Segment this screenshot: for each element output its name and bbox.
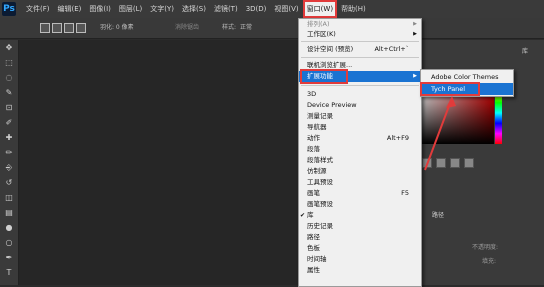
menu-3d[interactable]: 3D(D) xyxy=(242,0,271,18)
adjustment-icon[interactable] xyxy=(450,158,460,168)
opacity-label: 不透明度: xyxy=(472,244,499,251)
menu-bar: Ps 文件(F) 编辑(E) 图像(I) 图层(L) 文字(Y) 选择(S) 滤… xyxy=(0,0,544,19)
adjustment-icon[interactable] xyxy=(436,158,446,168)
quick-select-icon[interactable]: ✎ xyxy=(0,85,18,100)
healing-icon[interactable]: ✚ xyxy=(0,130,18,145)
checkmark-icon: ✔ xyxy=(300,212,306,219)
menu-item-tool-presets[interactable]: 工具预设 xyxy=(299,177,421,188)
add-selection-icon[interactable] xyxy=(52,23,62,33)
eraser-icon[interactable]: ◫ xyxy=(0,190,18,205)
menu-item-measurement-log[interactable]: 测量记录 xyxy=(299,111,421,122)
style-select[interactable]: 正常 xyxy=(240,22,252,31)
menu-type[interactable]: 文字(Y) xyxy=(146,0,178,18)
menu-separator xyxy=(301,57,419,58)
menu-filter[interactable]: 滤镜(T) xyxy=(210,0,242,18)
menu-item-actions[interactable]: 动作 Alt+F9 xyxy=(299,133,421,144)
adjustment-icons xyxy=(422,158,474,168)
blur-icon[interactable]: ● xyxy=(0,220,18,235)
menu-item-navigator[interactable]: 导航器 xyxy=(299,122,421,133)
tools-panel: ✥ ⬚ ◌ ✎ ⊡ ✐ ✚ ✏ ⎆ ↺ ◫ ▤ ● ○ ✒ T xyxy=(0,40,19,285)
menu-edit[interactable]: 编辑(E) xyxy=(54,0,86,18)
menu-item-device-preview[interactable]: Device Preview xyxy=(299,100,421,111)
pen-icon[interactable]: ✒ xyxy=(0,250,18,265)
options-bar: 羽化: 0 像素 消除锯齿 样式: 正常 xyxy=(0,18,544,39)
menu-item-history[interactable]: 历史记录 xyxy=(299,221,421,232)
paths-tab[interactable]: 路径 xyxy=(432,210,444,219)
history-brush-icon[interactable]: ↺ xyxy=(0,175,18,190)
chevron-right-icon: ▶ xyxy=(413,31,417,37)
menu-select[interactable]: 选择(S) xyxy=(178,0,210,18)
menu-item-3d[interactable]: 3D xyxy=(299,89,421,100)
menu-items: 文件(F) 编辑(E) 图像(I) 图层(L) 文字(Y) 选择(S) 滤镜(T… xyxy=(22,0,370,18)
annotation-box-tych-panel xyxy=(420,82,480,96)
fill-label: 填充: xyxy=(482,258,497,265)
menu-item-workspace[interactable]: 工作区(K) ▶ xyxy=(299,29,421,40)
marquee-icon[interactable]: ⬚ xyxy=(0,55,18,70)
new-selection-icon[interactable] xyxy=(40,23,50,33)
menu-item-paths[interactable]: 路径 xyxy=(299,232,421,243)
menu-separator xyxy=(301,85,419,86)
intersect-selection-icon[interactable] xyxy=(76,23,86,33)
menu-item-brush[interactable]: 画笔 F5 xyxy=(299,188,421,199)
menu-layer[interactable]: 图层(L) xyxy=(115,0,146,18)
menu-item-timeline[interactable]: 时间轴 xyxy=(299,254,421,265)
eyedropper-icon[interactable]: ✐ xyxy=(0,115,18,130)
brush-icon[interactable]: ✏ xyxy=(0,145,18,160)
chevron-right-icon: ▶ xyxy=(413,73,417,79)
lasso-icon[interactable]: ◌ xyxy=(0,70,18,85)
adjustment-icon[interactable] xyxy=(422,158,432,168)
menu-item-paragraph-styles[interactable]: 段落样式 xyxy=(299,155,421,166)
menu-separator xyxy=(301,41,419,42)
menu-item-brush-presets[interactable]: 画笔预设 xyxy=(299,199,421,210)
type-icon[interactable]: T xyxy=(0,265,18,280)
menu-item-swatches[interactable]: 色板 xyxy=(299,243,421,254)
adjustment-icon[interactable] xyxy=(464,158,474,168)
menu-file[interactable]: 文件(F) xyxy=(22,0,54,18)
menu-view[interactable]: 视图(V) xyxy=(270,0,302,18)
stamp-icon[interactable]: ⎆ xyxy=(0,160,18,175)
antialias-checkbox[interactable]: 消除锯齿 xyxy=(175,22,199,31)
menu-item-clone-source[interactable]: 仿制源 xyxy=(299,166,421,177)
menu-image[interactable]: 图像(I) xyxy=(85,0,115,18)
menu-item-paragraph[interactable]: 段落 xyxy=(299,144,421,155)
annotation-box-extensions xyxy=(300,69,348,84)
move-icon[interactable]: ✥ xyxy=(0,40,18,55)
gradient-icon[interactable]: ▤ xyxy=(0,205,18,220)
menu-window[interactable]: 窗口(W) xyxy=(302,0,338,18)
menu-item-properties[interactable]: 属性 xyxy=(299,265,421,276)
dodge-icon[interactable]: ○ xyxy=(0,235,18,250)
crop-icon[interactable]: ⊡ xyxy=(0,100,18,115)
window-menu: 排列(A) ▶ 工作区(K) ▶ 设计空间 (预览) Alt+Ctrl+` 联机浏览扩… xyxy=(298,18,422,287)
menu-help[interactable]: 帮助(H) xyxy=(337,0,370,18)
menu-item-libraries[interactable]: ✔ 库 xyxy=(299,210,421,221)
style-label: 样式: xyxy=(222,24,237,31)
subtract-selection-icon[interactable] xyxy=(64,23,74,33)
menu-item-design-space[interactable]: 设计空间 (预览) Alt+Ctrl+` xyxy=(299,44,421,55)
photoshop-logo: Ps xyxy=(2,2,16,16)
library-tab[interactable]: 库 xyxy=(522,46,528,55)
feather-field[interactable]: 羽化: 0 像素 xyxy=(100,22,134,31)
